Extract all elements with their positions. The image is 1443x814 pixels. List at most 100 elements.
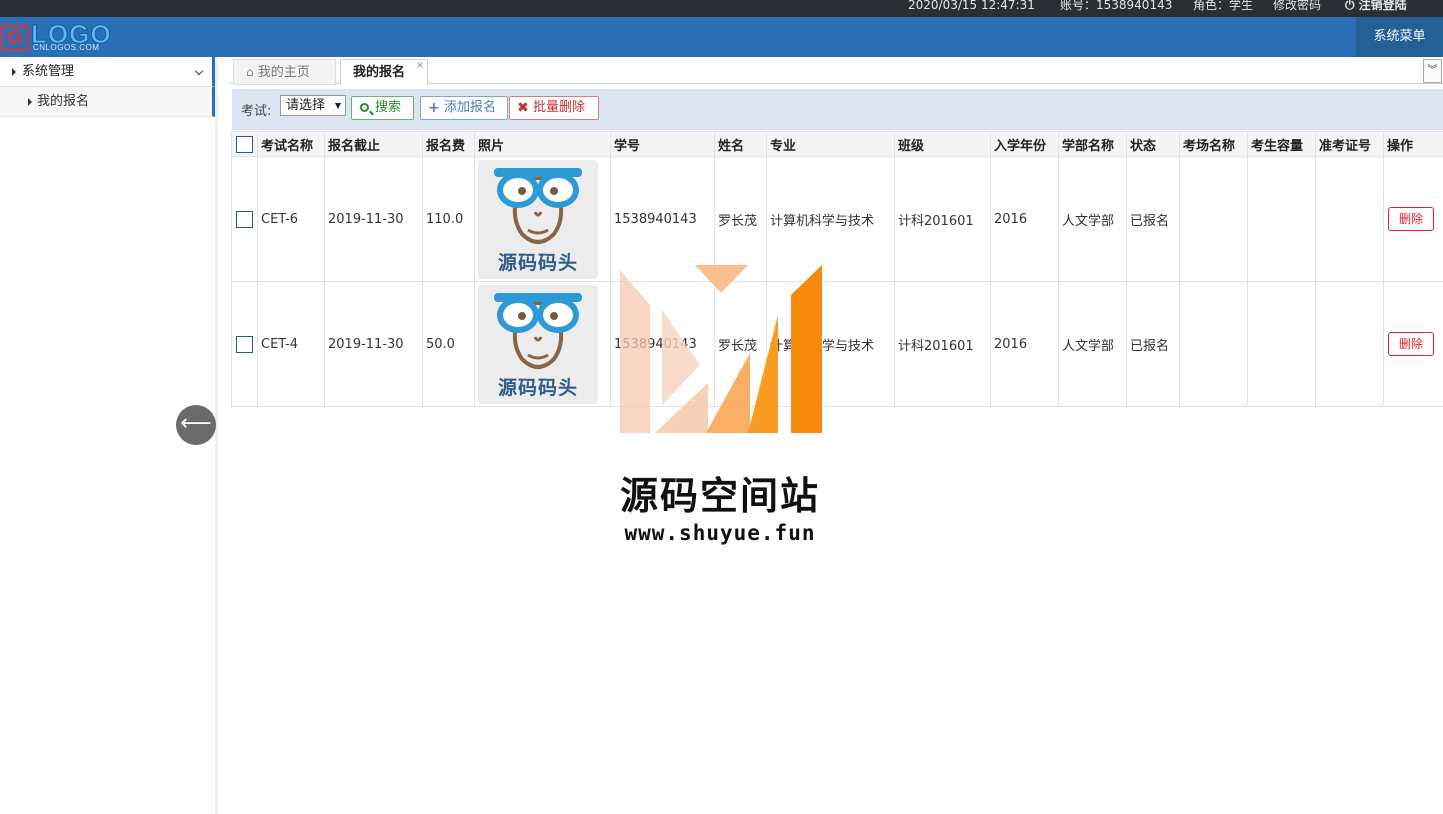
column-header[interactable]: 考试名称 [257, 131, 325, 157]
ticket-cell [1315, 281, 1384, 407]
search-button[interactable]: 搜索 [351, 96, 414, 120]
status-cell: 已报名 [1126, 281, 1180, 407]
dropdown-arrow-icon [335, 103, 341, 109]
column-header[interactable]: 照片 [474, 131, 611, 157]
room-cell [1179, 281, 1248, 407]
exam-name-cell: CET-6 [257, 156, 325, 282]
toolbar: 考试: 请选择 搜索 + 添加报名 ✖ 批量删除 [232, 89, 1443, 130]
select-all-cell [231, 131, 258, 157]
batch-delete-button[interactable]: ✖ 批量删除 [509, 96, 599, 120]
logo-subtext: CNLOGOS.COM [33, 43, 100, 52]
tab-close-icon[interactable]: × [416, 53, 424, 78]
sidebar-item-system-management[interactable]: 系统管理 [0, 57, 215, 87]
fee-cell: 110.0 [422, 156, 475, 282]
exam-name-cell: CET-4 [257, 281, 325, 407]
student-id-cell: 1538940143 [610, 156, 715, 282]
column-header[interactable]: 状态 [1126, 131, 1180, 157]
table-row: CET-4 2019-11-30 50.0 源码码头 1538940143 罗长… [231, 281, 1443, 407]
room-cell [1179, 156, 1248, 282]
capacity-cell [1247, 281, 1316, 407]
exam-filter-label: 考试: [241, 104, 272, 119]
tab-home[interactable]: ⌂ 我的主页 [233, 59, 336, 85]
exam-select[interactable]: 请选择 [280, 95, 346, 116]
tab-my-registration[interactable]: 我的报名 × [340, 59, 428, 85]
search-button-label: 搜索 [375, 100, 402, 115]
name-cell: 罗长茂 [714, 281, 767, 407]
double-chevron-down-icon: ︾ [1427, 65, 1438, 76]
tab-label: 我的报名 [353, 65, 406, 80]
photo-cell: 源码码头 [474, 156, 611, 282]
datetime-text: 2020/03/15 12:47:31 [908, 0, 1035, 12]
batch-delete-label: 批量删除 [533, 100, 586, 115]
major-cell: 计算机科学与技术 [766, 156, 895, 282]
tab-bar: ⌂ 我的主页 我的报名 × ︾ [230, 57, 1443, 85]
column-header[interactable]: 报名费 [422, 131, 475, 157]
add-registration-button[interactable]: + 添加报名 [420, 96, 508, 120]
sidebar-item-my-registration[interactable]: 我的报名 [0, 87, 215, 117]
caret-right-icon [12, 68, 16, 76]
photo-cell: 源码码头 [474, 281, 611, 407]
status-cell: 已报名 [1126, 156, 1180, 282]
column-header[interactable]: 入学年份 [990, 131, 1059, 157]
logo: G LOGO CNLOGOS.COM [0, 19, 120, 55]
select-all-checkbox[interactable] [236, 135, 253, 153]
search-icon [360, 103, 369, 112]
column-header[interactable]: 报名截止 [324, 131, 423, 157]
add-button-label: 添加报名 [444, 100, 497, 115]
column-header[interactable]: 准考证号 [1315, 131, 1384, 157]
column-header[interactable]: 考生容量 [1247, 131, 1316, 157]
deadline-cell: 2019-11-30 [324, 281, 423, 407]
ticket-cell [1315, 156, 1384, 282]
action-cell: 删除 [1383, 156, 1443, 282]
year-cell: 2016 [990, 281, 1059, 407]
registration-table: 考试名称 报名截止 报名费 照片 学号 姓名 专业 班级 入学年份 学部名称 状… [231, 131, 1443, 407]
header: G LOGO CNLOGOS.COM 系统菜单 [0, 17, 1443, 57]
delete-button[interactable]: 删除 [1388, 207, 1434, 231]
logo-box: G [1, 25, 29, 51]
column-header[interactable]: 考场名称 [1179, 131, 1248, 157]
role-text: 角色：学生 [1193, 0, 1254, 12]
caret-right-icon [28, 98, 32, 106]
column-header[interactable]: 姓名 [714, 131, 767, 157]
column-header[interactable]: 班级 [894, 131, 991, 157]
table-header-row: 考试名称 报名截止 报名费 照片 学号 姓名 专业 班级 入学年份 学部名称 状… [231, 131, 1443, 157]
account-text: 账号：1538940143 [1060, 0, 1173, 12]
student-id-cell: 1538940143 [610, 281, 715, 407]
column-header[interactable]: 学号 [610, 131, 715, 157]
sidebar-item-label: 我的报名 [37, 94, 90, 109]
power-icon: ⏻ [1345, 0, 1359, 12]
year-cell: 2016 [990, 156, 1059, 282]
table-row: CET-6 2019-11-30 110.0 源码码头 1538940143 罗… [231, 156, 1443, 282]
sidebar-item-label: 系统管理 [22, 64, 75, 79]
delete-button[interactable]: 删除 [1388, 332, 1434, 356]
class-cell: 计科201601 [894, 281, 991, 407]
logout-link[interactable]: ⏻ 注销登陆 [1345, 0, 1407, 11]
change-password-link[interactable]: 修改密码 [1273, 0, 1321, 11]
home-icon: ⌂ [246, 65, 254, 79]
column-header[interactable]: 操作 [1383, 131, 1443, 157]
monkey-glasses-icon [494, 292, 582, 369]
tabs-more-button[interactable]: ︾ [1423, 59, 1442, 83]
collapse-sidebar-button[interactable]: ⟵ [176, 405, 216, 445]
exam-select-value: 请选择 [286, 98, 326, 113]
deadline-cell: 2019-11-30 [324, 156, 423, 282]
chevron-down-icon [194, 66, 204, 76]
row-checkbox[interactable] [236, 335, 253, 353]
name-cell: 罗长茂 [714, 156, 767, 282]
close-icon: ✖ [517, 100, 529, 116]
student-photo: 源码码头 [478, 284, 598, 404]
monkey-glasses-icon [494, 167, 582, 244]
row-checkbox[interactable] [236, 210, 253, 228]
top-info-bar: 2020/03/15 12:47:31 账号：1538940143 角色：学生 … [0, 0, 1443, 17]
column-header[interactable]: 专业 [766, 131, 895, 157]
class-cell: 计科201601 [894, 156, 991, 282]
column-header[interactable]: 学部名称 [1058, 131, 1127, 157]
tab-label: 我的主页 [257, 65, 310, 80]
capacity-cell [1247, 156, 1316, 282]
plus-icon: + [428, 100, 440, 116]
arrow-left-icon: ⟵ [180, 411, 212, 436]
dept-cell: 人文学部 [1058, 281, 1127, 407]
system-menu-button[interactable]: 系统菜单 [1356, 17, 1443, 57]
watermark-url: www.shuyue.fun [624, 521, 816, 545]
dept-cell: 人文学部 [1058, 156, 1127, 282]
